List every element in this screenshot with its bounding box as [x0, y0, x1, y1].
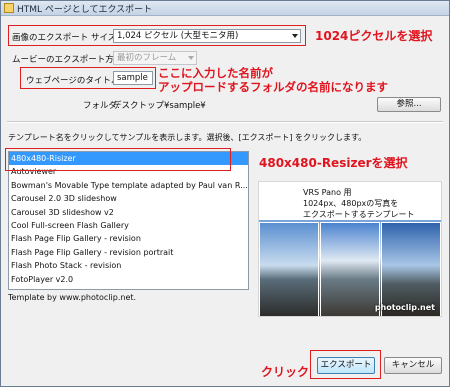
- template-list[interactable]: 480x480-Risizer Autoviewer Bowman's Mova…: [8, 151, 249, 290]
- preview-watermark: photoclip.net: [374, 303, 435, 312]
- preview-caption-2: 1024px、480pxの写真を: [303, 199, 399, 208]
- preview-thumbnail: [259, 222, 319, 316]
- app-icon: [4, 3, 14, 13]
- export-button[interactable]: エクスポート: [317, 357, 375, 374]
- template-item-selected[interactable]: 480x480-Risizer: [9, 152, 248, 166]
- template-credit: Template by www.photoclip.net.: [8, 293, 137, 302]
- template-item[interactable]: Flash Page Flip Gallery - revision: [9, 232, 248, 245]
- preview-thumbnail: [320, 222, 380, 316]
- annotation-template: 480x480-Resizerを選択: [259, 156, 408, 170]
- annotation-title-2: アップロードするフォルダの名前になります: [158, 80, 388, 94]
- chevron-down-icon: [188, 56, 194, 60]
- template-item[interactable]: Carousel 3D slideshow v2: [9, 206, 248, 219]
- template-item[interactable]: FotoPlayer v2.0: [9, 273, 248, 286]
- template-item[interactable]: Bowman's Movable Type template adapted b…: [9, 179, 248, 192]
- browse-button[interactable]: 参照...: [377, 97, 441, 112]
- preview-caption-3: エクスポートするテンプレート: [303, 210, 415, 219]
- template-item[interactable]: Carousel 2.0 3D slideshow: [9, 192, 248, 205]
- template-item[interactable]: Cool Full-screen Flash Gallery: [9, 219, 248, 232]
- template-preview: VRS Pano 用 1024px、480pxの写真を エクスポートするテンプレ…: [258, 181, 442, 317]
- window-title: HTML ページとしてエクスポート: [17, 5, 153, 15]
- movie-select-value: 最初のフレーム: [117, 53, 177, 63]
- preview-caption-1: VRS Pano 用: [303, 188, 352, 197]
- template-item[interactable]: Flash Page Flip Gallery - revision portr…: [9, 246, 248, 259]
- cancel-button[interactable]: キャンセル: [384, 357, 442, 374]
- title-label: ウェブページのタイトル:: [26, 76, 123, 86]
- size-select[interactable]: 1,024 ピクセル (大型モニタ用): [113, 29, 301, 43]
- template-item[interactable]: Autoviewer: [9, 165, 248, 178]
- movie-select[interactable]: 最初のフレーム: [113, 51, 197, 65]
- template-item[interactable]: Flash Photo Stack - revision: [9, 259, 248, 272]
- divider: [7, 121, 443, 123]
- folder-value: デスクトップ¥sample¥: [113, 101, 206, 111]
- chevron-down-icon: [292, 34, 298, 38]
- annotation-click: クリック: [261, 365, 310, 379]
- title-bar: HTML ページとしてエクスポート: [1, 1, 449, 16]
- title-input[interactable]: sample: [113, 71, 153, 85]
- template-instruction: テンプレート名をクリックしてサンプルを表示します。選択後、[エクスポート] をク…: [8, 133, 367, 142]
- size-select-value: 1,024 ピクセル (大型モニタ用): [117, 31, 239, 41]
- size-label: 画像のエクスポート サイズ:: [12, 33, 120, 43]
- annotation-size: 1024ピクセルを選択: [315, 29, 433, 43]
- movie-label: ムービーのエクスポート方法:: [12, 55, 126, 65]
- export-dialog: HTML ページとしてエクスポート 画像のエクスポート サイズ: 1,024 ピ…: [0, 0, 450, 387]
